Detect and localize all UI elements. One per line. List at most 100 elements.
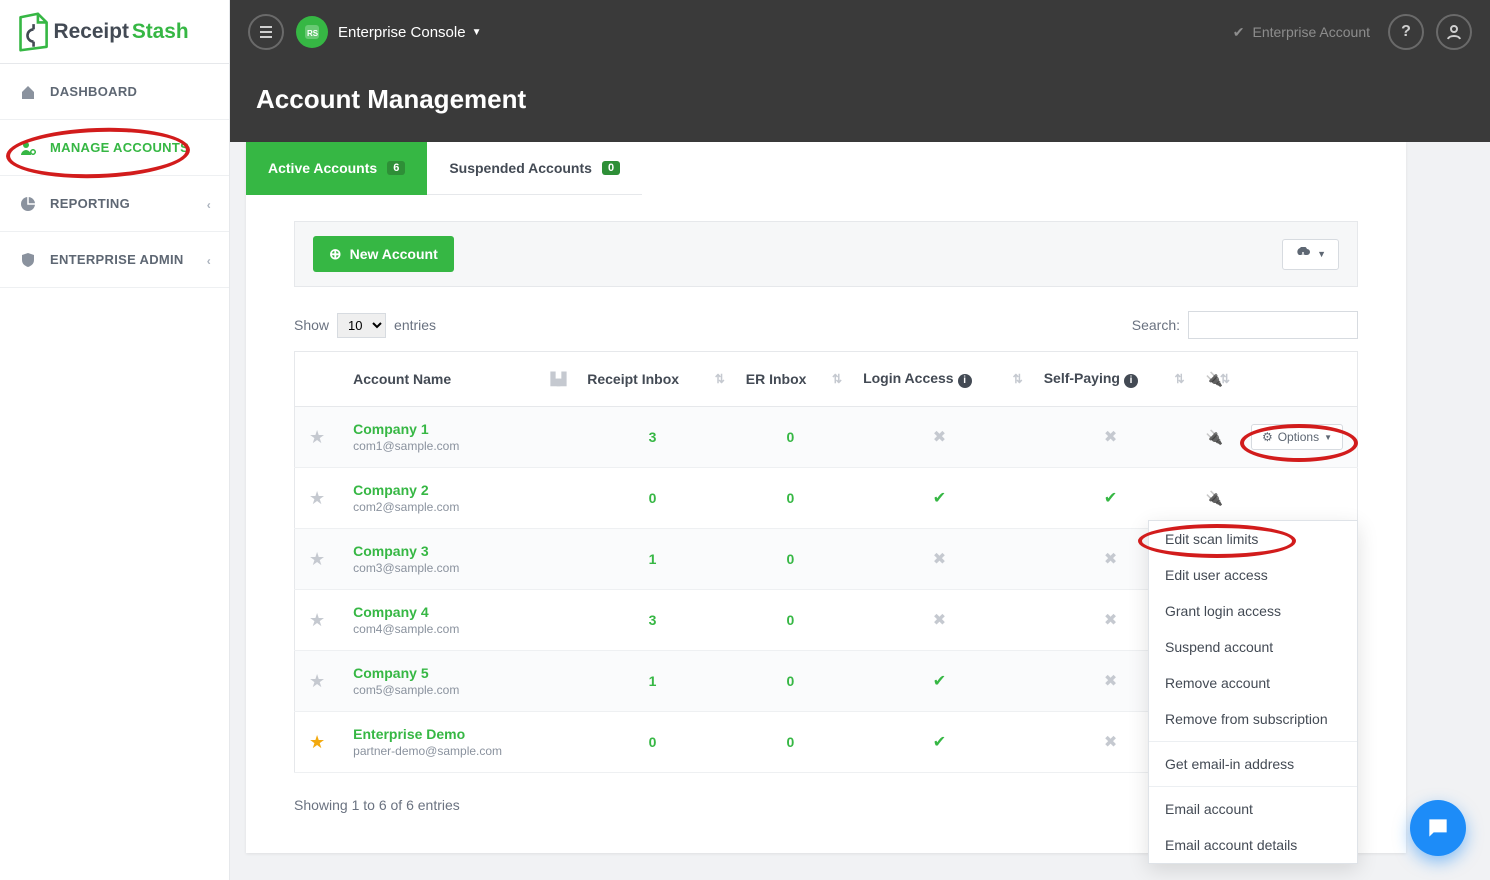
nav-icon (20, 140, 36, 156)
favorite-star[interactable]: ★ (309, 671, 325, 691)
x-icon: ✖ (1104, 612, 1117, 629)
account-name-link[interactable]: Company 1 (353, 421, 559, 437)
favorite-star[interactable]: ★ (309, 427, 325, 447)
account-email: partner-demo@sample.com (353, 744, 502, 758)
receipt-inbox-count[interactable]: 3 (649, 612, 657, 628)
col-integrations[interactable]: 🔌⇅ (1192, 352, 1237, 407)
account-email: com4@sample.com (353, 622, 459, 636)
menu-item-remove-account[interactable]: Remove account (1149, 665, 1357, 701)
info-icon: i (958, 374, 972, 388)
receipt-inbox-count[interactable]: 0 (649, 734, 657, 750)
x-icon: ✖ (933, 551, 946, 568)
svg-text:Receipt: Receipt (54, 20, 129, 43)
er-inbox-count[interactable]: 0 (787, 734, 795, 750)
cloud-download-icon (1295, 247, 1311, 262)
menu-item-grant-login-access[interactable]: Grant login access (1149, 593, 1357, 629)
col-self-paying[interactable]: Self-Payingi⇅ (1030, 352, 1192, 407)
check-icon: ✔ (933, 490, 946, 507)
menu-item-edit-user-access[interactable]: Edit user access (1149, 557, 1357, 593)
export-button[interactable]: ▼ (1282, 239, 1339, 270)
caret-down-icon: ▼ (472, 27, 482, 38)
svg-text:Stash: Stash (132, 20, 189, 43)
x-icon: ✖ (1104, 551, 1117, 568)
menu-item-email-account-details[interactable]: Email account details (1149, 827, 1357, 863)
nav-label: MANAGE ACCOUNTS (50, 140, 189, 155)
x-icon: ✖ (933, 612, 946, 629)
menu-toggle-button[interactable] (248, 14, 284, 50)
col-receipt-inbox[interactable]: Receipt Inbox⇅ (573, 352, 732, 407)
show-label-pre: Show (294, 317, 329, 333)
er-inbox-count[interactable]: 0 (787, 429, 795, 445)
sort-icon: ⇅ (832, 372, 839, 386)
account-email: com2@sample.com (353, 500, 459, 514)
app-logo[interactable]: Receipt Stash (0, 0, 229, 64)
account-name-link[interactable]: Company 2 (353, 482, 559, 498)
sidebar-item-reporting[interactable]: REPORTING ‹ (0, 176, 229, 232)
new-account-button[interactable]: ⊕ New Account (313, 236, 454, 272)
er-inbox-count[interactable]: 0 (787, 551, 795, 567)
check-icon: ✔ (933, 673, 946, 690)
col-account-name[interactable]: Account Name▙▟ (339, 352, 573, 407)
chevron-left-icon: ‹ (207, 254, 211, 268)
x-icon: ✖ (1104, 734, 1117, 751)
help-button[interactable]: ? (1388, 14, 1424, 50)
nav-icon (20, 84, 36, 100)
table-row: ★ Company 1 com1@sample.com 3 0 ✖ ✖ 🔌 ⚙O… (295, 407, 1358, 468)
caret-down-icon: ▼ (1324, 433, 1332, 442)
er-inbox-count[interactable]: 0 (787, 490, 795, 506)
receipt-inbox-count[interactable]: 0 (649, 490, 657, 506)
caret-down-icon: ▼ (1317, 249, 1326, 259)
receipt-inbox-count[interactable]: 3 (649, 429, 657, 445)
account-name-link[interactable]: Company 4 (353, 604, 559, 620)
tab-label: Active Accounts (268, 160, 377, 176)
plug-icon: 🔌 (1206, 429, 1223, 445)
nav: DASHBOARD MANAGE ACCOUNTS REPORTING ‹ EN… (0, 64, 229, 288)
tab-active-accounts[interactable]: Active Accounts 6 (246, 142, 427, 195)
er-inbox-count[interactable]: 0 (787, 612, 795, 628)
page-size-select[interactable]: 10 (337, 313, 386, 338)
account-name-link[interactable]: Enterprise Demo (353, 726, 559, 742)
menu-separator (1149, 786, 1357, 787)
er-inbox-count[interactable]: 0 (787, 673, 795, 689)
favorite-star[interactable]: ★ (309, 732, 325, 752)
col-er-inbox[interactable]: ER Inbox⇅ (732, 352, 849, 407)
user-menu-button[interactable] (1436, 14, 1472, 50)
sidebar-item-manage-accounts[interactable]: MANAGE ACCOUNTS (0, 120, 229, 176)
page-title: Account Management (230, 64, 1490, 142)
console-switcher[interactable]: Enterprise Console ▼ (338, 24, 481, 41)
menu-separator (1149, 741, 1357, 742)
sort-icon: ⇅ (1174, 372, 1181, 386)
favorite-star[interactable]: ★ (309, 488, 325, 508)
account-name-link[interactable]: Company 3 (353, 543, 559, 559)
menu-item-get-email-in-address[interactable]: Get email-in address (1149, 746, 1357, 782)
menu-item-remove-from-subscription[interactable]: Remove from subscription (1149, 701, 1357, 737)
main-panel: Active Accounts 6 Suspended Accounts 0 ⊕… (246, 142, 1406, 853)
chat-button[interactable] (1410, 800, 1466, 856)
menu-item-email-account[interactable]: Email account (1149, 791, 1357, 827)
x-icon: ✖ (1104, 673, 1117, 690)
col-login-access[interactable]: Login Accessi⇅ (849, 352, 1030, 407)
sidebar-item-enterprise-admin[interactable]: ENTERPRISE ADMIN ‹ (0, 232, 229, 288)
account-email: com1@sample.com (353, 439, 459, 453)
receipt-inbox-count[interactable]: 1 (649, 551, 657, 567)
sort-icon: ⇅ (1013, 372, 1020, 386)
tabs: Active Accounts 6 Suspended Accounts 0 (246, 142, 1406, 195)
options-button[interactable]: ⚙Options▼ (1251, 424, 1343, 450)
nav-icon (20, 196, 36, 212)
tab-label: Suspended Accounts (449, 160, 592, 176)
receipt-icon (21, 13, 47, 50)
account-email: com5@sample.com (353, 683, 459, 697)
menu-item-edit-scan-limits[interactable]: Edit scan limits (1149, 521, 1357, 557)
search-input[interactable] (1188, 311, 1358, 339)
x-icon: ✖ (1104, 429, 1117, 446)
favorite-star[interactable]: ★ (309, 549, 325, 569)
favorite-star[interactable]: ★ (309, 610, 325, 630)
menu-item-suspend-account[interactable]: Suspend account (1149, 629, 1357, 665)
sidebar-item-dashboard[interactable]: DASHBOARD (0, 64, 229, 120)
topbar: RS Enterprise Console ▼ ✔ Enterprise Acc… (230, 0, 1490, 64)
account-name-link[interactable]: Company 5 (353, 665, 559, 681)
receipt-inbox-count[interactable]: 1 (649, 673, 657, 689)
tab-suspended-accounts[interactable]: Suspended Accounts 0 (427, 142, 642, 195)
plug-icon: 🔌 (1206, 490, 1223, 506)
tab-count-badge: 6 (387, 161, 405, 175)
